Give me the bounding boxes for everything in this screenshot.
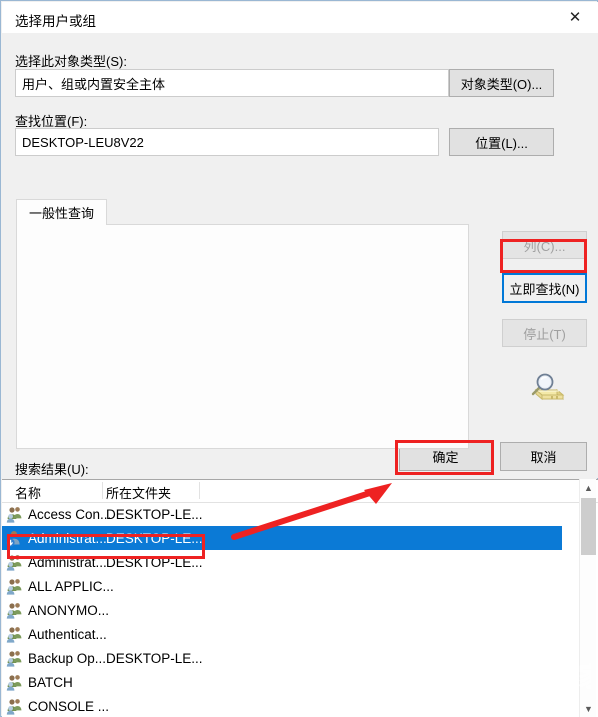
results-label: 搜索结果(U):	[15, 462, 89, 477]
common-queries-panel	[16, 224, 469, 449]
row-name: ANONYMO...	[28, 602, 110, 618]
title-bar: 选择用户或组 ✕	[2, 2, 598, 33]
row-folder: DESKTOP-LE...	[106, 506, 203, 522]
column-divider[interactable]	[199, 482, 200, 499]
group-icon	[6, 673, 24, 691]
row-name: Access Con...	[28, 506, 112, 522]
table-row[interactable]: Access Con... DESKTOP-LE...	[2, 502, 562, 526]
scroll-down-icon[interactable]: ▼	[580, 700, 597, 717]
scrollbar-thumb[interactable]	[581, 498, 596, 555]
group-icon	[6, 649, 24, 667]
table-row[interactable]: BATCH	[2, 670, 562, 694]
group-icon	[6, 553, 24, 571]
group-icon	[6, 625, 24, 643]
object-type-field[interactable]: 用户、组或内置安全主体	[15, 69, 449, 97]
table-row[interactable]: ALL APPLIC...	[2, 574, 562, 598]
find-now-button[interactable]: 立即查找(N)	[502, 273, 587, 303]
column-header-name[interactable]: 名称	[15, 483, 41, 502]
columns-button[interactable]: 列(C)...	[502, 231, 587, 259]
table-row[interactable]: Backup Op... DESKTOP-LE...	[2, 646, 562, 670]
row-name: Administrat...	[28, 530, 107, 546]
results-column-header: 名称 所在文件夹	[2, 480, 598, 503]
user-disabled-icon	[6, 529, 24, 547]
close-icon: ✕	[568, 8, 582, 26]
group-icon	[6, 601, 24, 619]
close-button[interactable]: ✕	[552, 2, 598, 33]
row-folder: DESKTOP-LE...	[106, 530, 203, 546]
window-title: 选择用户或组	[15, 14, 96, 29]
row-name: ALL APPLIC...	[28, 578, 114, 594]
table-row[interactable]: ANONYMO...	[2, 598, 562, 622]
stop-button[interactable]: 停止(T)	[502, 319, 587, 347]
select-users-or-groups-dialog: 选择用户或组 ✕ 选择此对象类型(S): 用户、组或内置安全主体 对象类型(O)…	[0, 0, 598, 717]
row-folder: DESKTOP-LE...	[106, 650, 203, 666]
table-row[interactable]: Administrat... DESKTOP-LE...	[2, 550, 562, 574]
object-type-label: 选择此对象类型(S):	[15, 54, 127, 69]
table-row[interactable]: CONSOLE ...	[2, 694, 562, 717]
row-name: BATCH	[28, 674, 73, 690]
tab-common-queries[interactable]: 一般性查询	[16, 199, 108, 225]
table-row[interactable]: Authenticat...	[2, 622, 562, 646]
results-rows: Access Con... DESKTOP-LE... Administrat..…	[2, 502, 562, 717]
row-name: CONSOLE ...	[28, 698, 110, 714]
search-key-icon	[531, 373, 565, 401]
cancel-button[interactable]: 取消	[500, 442, 587, 471]
location-button[interactable]: 位置(L)...	[449, 128, 554, 156]
group-icon	[6, 697, 24, 715]
row-name: Authenticat...	[28, 626, 107, 642]
row-name: Administrat...	[28, 554, 107, 570]
group-icon	[6, 577, 24, 595]
table-row[interactable]: Administrat... DESKTOP-LE...	[2, 526, 562, 550]
results-scrollbar[interactable]: ▲ ▼	[579, 479, 596, 717]
location-field[interactable]: DESKTOP-LEU8V22	[15, 128, 439, 156]
object-types-button[interactable]: 对象类型(O)...	[449, 69, 554, 97]
results-listbox[interactable]: 名称 所在文件夹 Access Con... DESKTOP-LE... Admi…	[2, 479, 598, 717]
column-header-folder[interactable]: 所在文件夹	[106, 483, 171, 502]
column-divider[interactable]	[102, 482, 103, 499]
group-icon	[6, 505, 24, 523]
scroll-up-icon[interactable]: ▲	[580, 479, 597, 496]
row-name: Backup Op...	[28, 650, 107, 666]
dialog-body: 选择此对象类型(S): 用户、组或内置安全主体 对象类型(O)... 查找位置(…	[2, 33, 598, 478]
row-folder: DESKTOP-LE...	[106, 554, 203, 570]
